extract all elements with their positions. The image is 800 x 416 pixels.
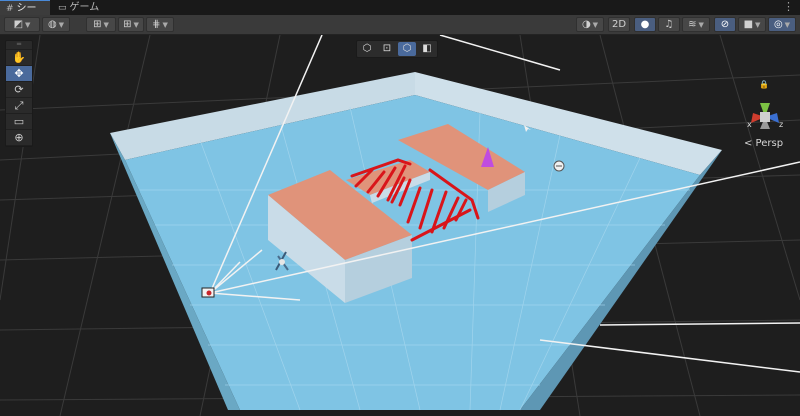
tab-game-label: ゲーム — [69, 2, 100, 13]
hand-tool[interactable]: ✋ — [6, 50, 32, 66]
tools-panel: ═ ✋ ✥ ⟳ ⤢ ▭ ⊕ — [5, 40, 33, 147]
camera-gizmo — [201, 287, 215, 298]
increment-snap-icon: ⋕ — [152, 19, 161, 30]
gizmos-icon: ◎ — [773, 19, 783, 30]
draw-mode-dropdown[interactable]: ◩ ▼ — [4, 17, 40, 32]
toggle-2d-button[interactable]: 2D — [608, 17, 630, 32]
move-snap-icon: ⊞ — [93, 19, 102, 30]
rect-tool[interactable]: ▭ — [6, 114, 32, 130]
tab-scene[interactable]: #シーン — [0, 0, 50, 30]
move-tool[interactable]: ✥ — [6, 66, 32, 82]
scene-viewport[interactable]: 🔒 x z < Persp — [0, 35, 800, 416]
view-projection-label[interactable]: < Persp — [744, 138, 783, 149]
gizmos-dropdown[interactable]: ◎ ▼ — [768, 17, 796, 32]
scale-tool[interactable]: ⤢ — [6, 98, 32, 114]
rect-view-button[interactable]: ⊡ — [378, 42, 396, 56]
svg-text:z: z — [779, 120, 783, 129]
fx-dropdown[interactable]: ≋ ▼ — [682, 17, 710, 32]
sound-gizmo — [553, 160, 565, 172]
svg-text:x: x — [747, 120, 752, 129]
lightbulb-icon: ● — [640, 19, 650, 30]
camera-dropdown[interactable]: ■ ▼ — [738, 17, 766, 32]
increment-snap-dropdown[interactable]: ⋕ ▼ — [146, 17, 174, 32]
sphere-icon: ◑ — [581, 19, 591, 30]
tab-game[interactable]: ▭ ゲーム — [52, 0, 108, 15]
audio-icon: ♫ — [664, 19, 674, 30]
cube-view-button[interactable]: ⬡ — [358, 42, 376, 56]
tools-panel-grip[interactable]: ═ — [6, 41, 32, 50]
wire-view-button[interactable]: ⬡ — [398, 42, 416, 56]
fx-icon: ≋ — [688, 19, 697, 30]
tab-menu-icon[interactable]: ⋮ — [783, 0, 794, 14]
scene-render — [0, 35, 800, 416]
eye-slash-icon: ⊘ — [720, 19, 730, 30]
render-mode-dropdown[interactable]: ◑ ▼ — [576, 17, 604, 32]
camera-icon: ■ — [743, 19, 754, 30]
gamepad-icon: ▭ — [58, 3, 67, 13]
svg-text:🔒: 🔒 — [759, 80, 769, 89]
audio-toggle-button[interactable]: ♫ — [658, 17, 680, 32]
color-view-button[interactable]: ◧ — [418, 42, 436, 56]
globe-icon: ◍ — [47, 19, 57, 30]
move-snap-dropdown[interactable]: ⊞ ▼ — [86, 17, 116, 32]
grid-icon: # — [6, 4, 14, 14]
overlay-toolbar: ⬡ ⊡ ⬡ ◧ — [356, 40, 438, 58]
rotate-tool[interactable]: ⟳ — [6, 82, 32, 98]
grid-snap-icon: ⊞ — [123, 19, 132, 30]
axis-gizmo-icon: 🔒 x z — [747, 80, 783, 129]
light-toggle-button[interactable]: ● — [634, 17, 656, 32]
tab-bar: #シーン ▭ゲーム ⋮ — [0, 0, 800, 30]
transform-tool[interactable]: ⊕ — [6, 130, 32, 146]
shaded-icon: ◩ — [13, 19, 24, 30]
gizmo-globe-dropdown[interactable]: ◍ ▼ — [42, 17, 70, 32]
visibility-toggle-button[interactable]: ⊘ — [714, 17, 736, 32]
scene-toolbar: ◩ ▼ ◍ ▼ ⊞ ▼ ⊞ ▼ ⋕ ▼ ◑ ▼ 2D ● ♫ ≋ ▼ ⊘ ■ ▼ ◎ ▼ — [0, 15, 800, 35]
grid-snap-dropdown[interactable]: ⊞ ▼ — [118, 17, 144, 32]
